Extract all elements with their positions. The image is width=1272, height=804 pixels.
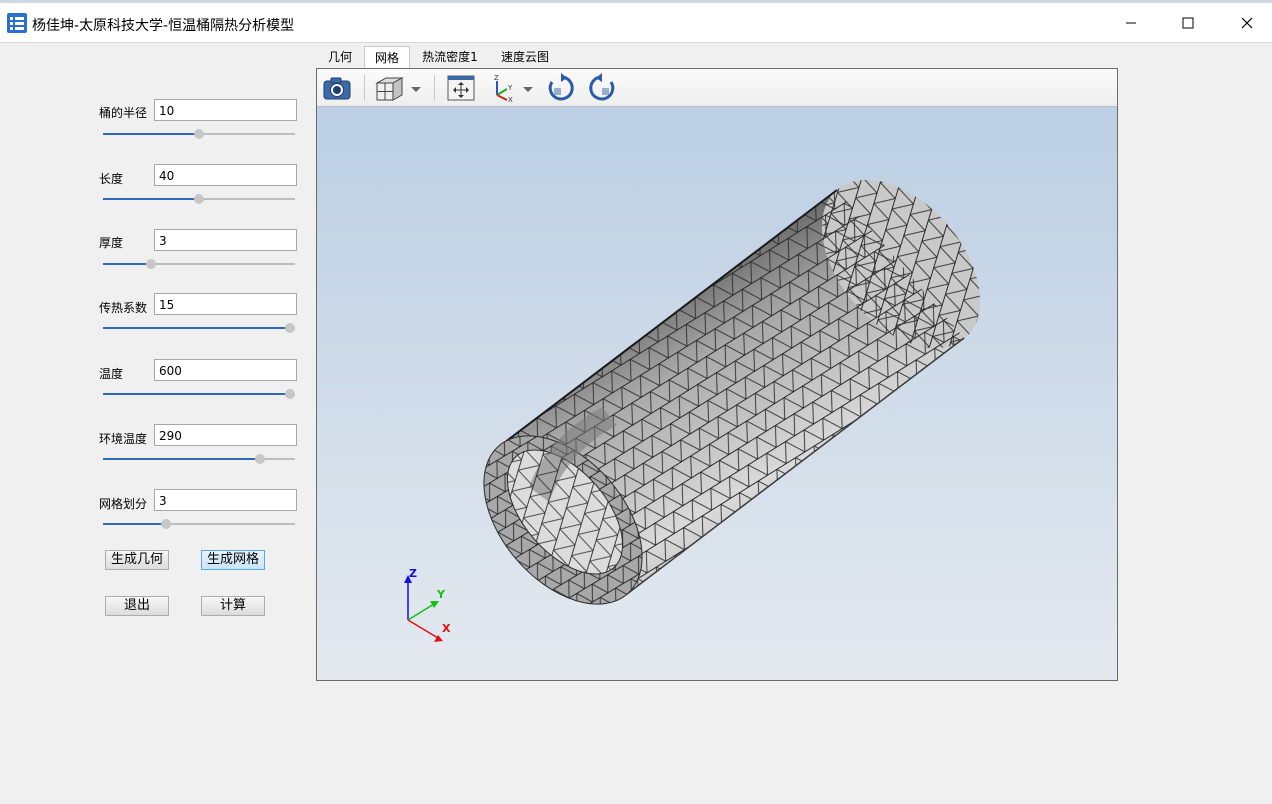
rotate-ccw-icon bbox=[589, 73, 615, 101]
toolbar-separator bbox=[364, 75, 365, 101]
y-axis-label: Y bbox=[436, 588, 446, 601]
viewer-toolbar: Z Y X bbox=[317, 69, 1117, 107]
minimize-button[interactable] bbox=[1108, 3, 1154, 42]
view-cube-button[interactable] bbox=[374, 73, 424, 103]
fit-view-button[interactable] bbox=[446, 73, 476, 103]
axes-triad: Z Y X bbox=[404, 567, 451, 642]
ambient-temperature-slider[interactable] bbox=[103, 453, 295, 465]
slider-thumb[interactable] bbox=[285, 389, 295, 399]
heat-transfer-coefficient-label: 传热系数 bbox=[99, 301, 148, 315]
slider-thumb[interactable] bbox=[146, 259, 156, 269]
minimize-icon bbox=[1126, 22, 1136, 23]
mesh-division-slider[interactable] bbox=[103, 518, 295, 530]
length-label: 长度 bbox=[99, 172, 124, 186]
heat-transfer-coefficient-slider[interactable] bbox=[103, 322, 295, 334]
z-axis-label: Z bbox=[409, 567, 417, 580]
svg-text:Y: Y bbox=[507, 84, 513, 92]
close-button[interactable] bbox=[1224, 3, 1270, 42]
heat-transfer-coefficient-input[interactable]: 15 bbox=[154, 293, 297, 315]
svg-text:Z: Z bbox=[494, 74, 499, 82]
axis-orientation-button[interactable]: Z Y X bbox=[489, 73, 539, 104]
mesh-viewport[interactable]: Z Y X Z Y X bbox=[316, 68, 1118, 681]
app-icon bbox=[7, 13, 27, 33]
generate-geometry-button[interactable]: 生成几何 bbox=[105, 550, 169, 570]
close-icon bbox=[1241, 17, 1253, 28]
x-axis-label: X bbox=[442, 622, 451, 635]
svg-text:X: X bbox=[508, 96, 513, 103]
length-slider[interactable] bbox=[103, 193, 295, 205]
tab-geometry[interactable]: 几何 bbox=[317, 46, 363, 68]
rotate-clockwise-button[interactable] bbox=[546, 73, 576, 103]
tab-heat-flux[interactable]: 热流密度1 bbox=[415, 46, 485, 68]
toolbar-separator bbox=[434, 75, 435, 101]
slider-thumb[interactable] bbox=[161, 519, 172, 529]
ambient-temperature-input[interactable]: 290 bbox=[154, 424, 297, 446]
slider-thumb[interactable] bbox=[255, 454, 266, 464]
title-bar: 杨佳坤-太原科技大学-恒温桶隔热分析模型 bbox=[0, 3, 1272, 43]
tab-mesh[interactable]: 网格 bbox=[364, 46, 410, 68]
mesh-division-label: 网格划分 bbox=[99, 497, 148, 511]
maximize-button[interactable] bbox=[1165, 3, 1211, 42]
compute-button[interactable]: 计算 bbox=[201, 596, 265, 616]
temperature-input[interactable]: 600 bbox=[154, 359, 297, 381]
thickness-label: 厚度 bbox=[99, 236, 124, 250]
temperature-label: 温度 bbox=[99, 367, 124, 381]
length-input[interactable]: 40 bbox=[154, 164, 297, 186]
thickness-input[interactable]: 3 bbox=[154, 229, 297, 251]
camera-icon bbox=[323, 77, 351, 100]
radius-input[interactable]: 10 bbox=[154, 99, 297, 121]
rotate-counterclockwise-button[interactable] bbox=[587, 73, 617, 103]
fit-view-icon bbox=[447, 75, 475, 101]
screenshot-button[interactable] bbox=[322, 73, 352, 103]
generate-mesh-button[interactable]: 生成网格 bbox=[201, 550, 265, 570]
slider-thumb[interactable] bbox=[285, 323, 295, 333]
mesh-division-input[interactable]: 3 bbox=[154, 489, 297, 511]
thickness-slider[interactable] bbox=[103, 258, 295, 270]
slider-thumb[interactable] bbox=[194, 194, 204, 204]
exit-button[interactable]: 退出 bbox=[105, 596, 169, 616]
tab-velocity-contour[interactable]: 速度云图 bbox=[491, 46, 559, 68]
axis-orientation-icon: Z Y X bbox=[494, 74, 533, 104]
radius-slider[interactable] bbox=[103, 128, 295, 140]
slider-thumb[interactable] bbox=[194, 129, 204, 139]
rotate-cw-icon bbox=[548, 73, 574, 101]
radius-label: 桶的半径 bbox=[99, 106, 148, 120]
temperature-slider[interactable] bbox=[103, 388, 295, 400]
window-title: 杨佳坤-太原科技大学-恒温桶隔热分析模型 bbox=[32, 18, 295, 34]
mesh-scene: Z Y X bbox=[404, 179, 981, 642]
maximize-icon bbox=[1182, 17, 1194, 28]
ambient-temperature-label: 环境温度 bbox=[99, 432, 148, 446]
view-cube-icon bbox=[375, 77, 421, 101]
cylinder-mesh bbox=[483, 179, 981, 605]
